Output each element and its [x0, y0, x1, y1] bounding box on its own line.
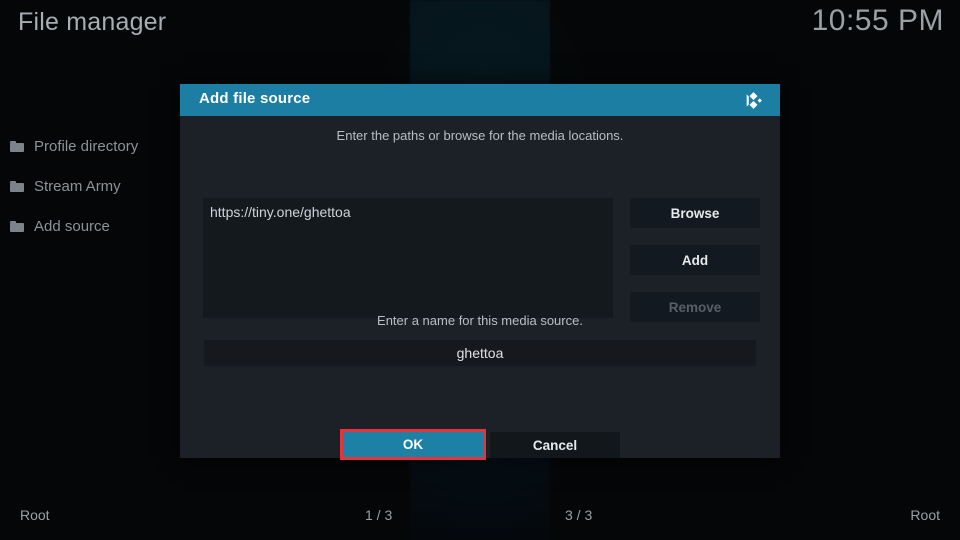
dialog-title: Add file source [199, 90, 310, 107]
media-source-name-input[interactable]: ghettoa [204, 340, 756, 366]
ok-button[interactable]: OK [343, 432, 483, 457]
add-file-source-dialog: Add file source Enter the paths or brows… [180, 84, 780, 458]
folder-icon [10, 141, 24, 152]
status-left-path: Root [20, 507, 50, 523]
folder-icon [10, 221, 24, 232]
status-left-count: 1 / 3 [365, 507, 392, 523]
page-title: File manager [18, 8, 166, 37]
sidebar-item-label: Add source [34, 218, 110, 235]
status-bar: Root 1 / 3 3 / 3 Root [0, 496, 960, 540]
sidebar-item-label: Stream Army [34, 178, 121, 195]
browse-button[interactable]: Browse [630, 198, 760, 228]
name-hint-label: Enter a name for this media source. [180, 313, 780, 328]
clock: 10:55 PM [812, 4, 944, 38]
kodi-logo-icon [743, 90, 764, 111]
sidebar-item-label: Profile directory [34, 138, 138, 155]
dialog-header: Add file source [180, 84, 780, 116]
sidebar-item-stream-army[interactable]: Stream Army [0, 166, 190, 206]
top-bar: File manager 10:55 PM [0, 0, 960, 56]
status-right-path: Root [910, 507, 940, 523]
cancel-button[interactable]: Cancel [490, 432, 620, 458]
status-right-count: 3 / 3 [565, 507, 592, 523]
ok-button-highlight: OK [340, 429, 486, 460]
sidebar-item-add-source[interactable]: Add source [0, 206, 190, 246]
kodi-screen: File manager 10:55 PM Profile directory … [0, 0, 960, 540]
paths-list[interactable]: https://tiny.one/ghettoa [203, 198, 613, 318]
dialog-body: Enter the paths or browse for the media … [180, 116, 780, 458]
folder-icon [10, 181, 24, 192]
sidebar-item-profile-directory[interactable]: Profile directory [0, 126, 190, 166]
sidebar-list: Profile directory Stream Army Add source [0, 126, 190, 246]
paths-hint-label: Enter the paths or browse for the media … [180, 128, 780, 143]
path-list-item[interactable]: https://tiny.one/ghettoa [203, 198, 613, 220]
add-button[interactable]: Add [630, 245, 760, 275]
